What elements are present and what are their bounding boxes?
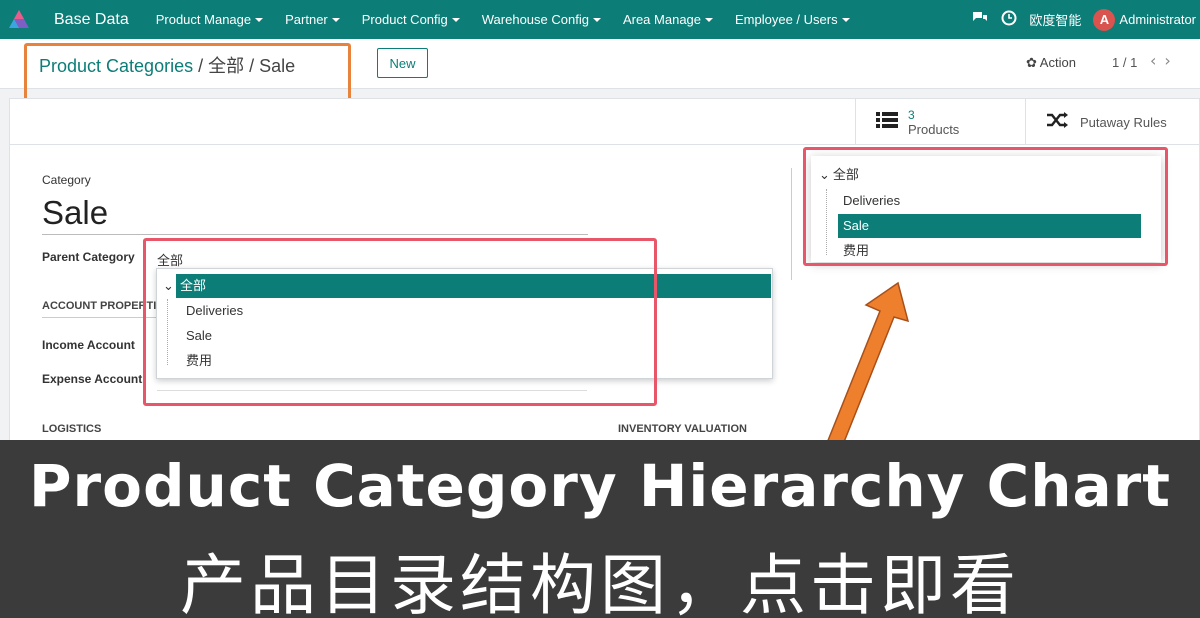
menu-partner[interactable]: Partner xyxy=(285,12,340,27)
chevron-right-icon[interactable]: › xyxy=(1164,51,1178,70)
caret-down-icon xyxy=(841,18,850,22)
putaway-rules-label: Putaway Rules xyxy=(1080,114,1167,130)
menu-employee-users[interactable]: Employee / Users xyxy=(735,12,850,27)
caret-down-icon xyxy=(705,18,714,22)
smart-button-box: 3 Products Putaway Rules xyxy=(10,99,1200,145)
user-menu[interactable]: A Administrator xyxy=(1093,8,1196,31)
pager-nav: ‹› xyxy=(1150,51,1179,70)
banner-title-chinese: 产品目录结构图，点击即看 xyxy=(180,547,1020,618)
chevron-left-icon[interactable]: ‹ xyxy=(1150,51,1164,70)
app-name[interactable]: Base Data xyxy=(54,11,129,29)
menu-area-manage[interactable]: Area Manage xyxy=(623,12,714,27)
parent-category-label: Parent Category xyxy=(42,250,135,264)
user-name: Administrator xyxy=(1119,12,1196,27)
tree-highlight-box xyxy=(803,147,1168,266)
caret-down-icon xyxy=(255,18,264,22)
top-navbar: Base Data Product Manage Partner Product… xyxy=(0,0,1200,39)
banner-title-english: Product Category Hierarchy Chart xyxy=(29,452,1171,520)
category-field-label: Category xyxy=(42,173,91,187)
dropdown-highlight-box xyxy=(143,238,657,406)
menu-product-manage[interactable]: Product Manage xyxy=(156,12,264,27)
clock-icon[interactable] xyxy=(1001,10,1017,29)
new-button[interactable]: New xyxy=(377,48,428,78)
products-count: 3 xyxy=(908,107,915,122)
avatar: A xyxy=(1093,8,1116,31)
income-account-label: Income Account xyxy=(42,338,135,352)
column-divider xyxy=(791,168,792,280)
apps-logo-icon[interactable] xyxy=(0,0,38,39)
promo-banner: Product Category Hierarchy Chart 产品目录结构图… xyxy=(0,440,1200,618)
annotation-arrow-icon xyxy=(825,281,910,448)
products-label: Products xyxy=(908,121,960,137)
systray: 欧度智能 A Administrator xyxy=(971,0,1196,39)
expense-account-label: Expense Account xyxy=(42,372,143,386)
caret-down-icon xyxy=(592,18,601,22)
shuffle-icon xyxy=(1046,111,1068,133)
caret-down-icon xyxy=(451,18,460,22)
menu-warehouse-config[interactable]: Warehouse Config xyxy=(482,12,601,27)
list-icon xyxy=(876,111,898,134)
gear-icon: ✿ xyxy=(1026,55,1040,70)
caret-down-icon xyxy=(331,18,340,22)
pager-value: 1 / 1 xyxy=(1112,55,1138,70)
action-menu[interactable]: ✿ Action xyxy=(1026,55,1076,71)
category-name-input[interactable]: Sale xyxy=(42,194,108,232)
inventory-valuation-heading: INVENTORY VALUATION xyxy=(618,423,747,435)
menu-product-config[interactable]: Product Config xyxy=(362,12,460,27)
products-smart-button[interactable]: 3 Products xyxy=(855,99,1025,145)
chat-icon[interactable] xyxy=(971,10,989,29)
putaway-rules-smart-button[interactable]: Putaway Rules xyxy=(1025,99,1200,145)
company-switcher[interactable]: 欧度智能 xyxy=(1029,10,1081,29)
logistics-heading: LOGISTICS xyxy=(42,423,102,435)
category-name-underline xyxy=(42,234,588,235)
